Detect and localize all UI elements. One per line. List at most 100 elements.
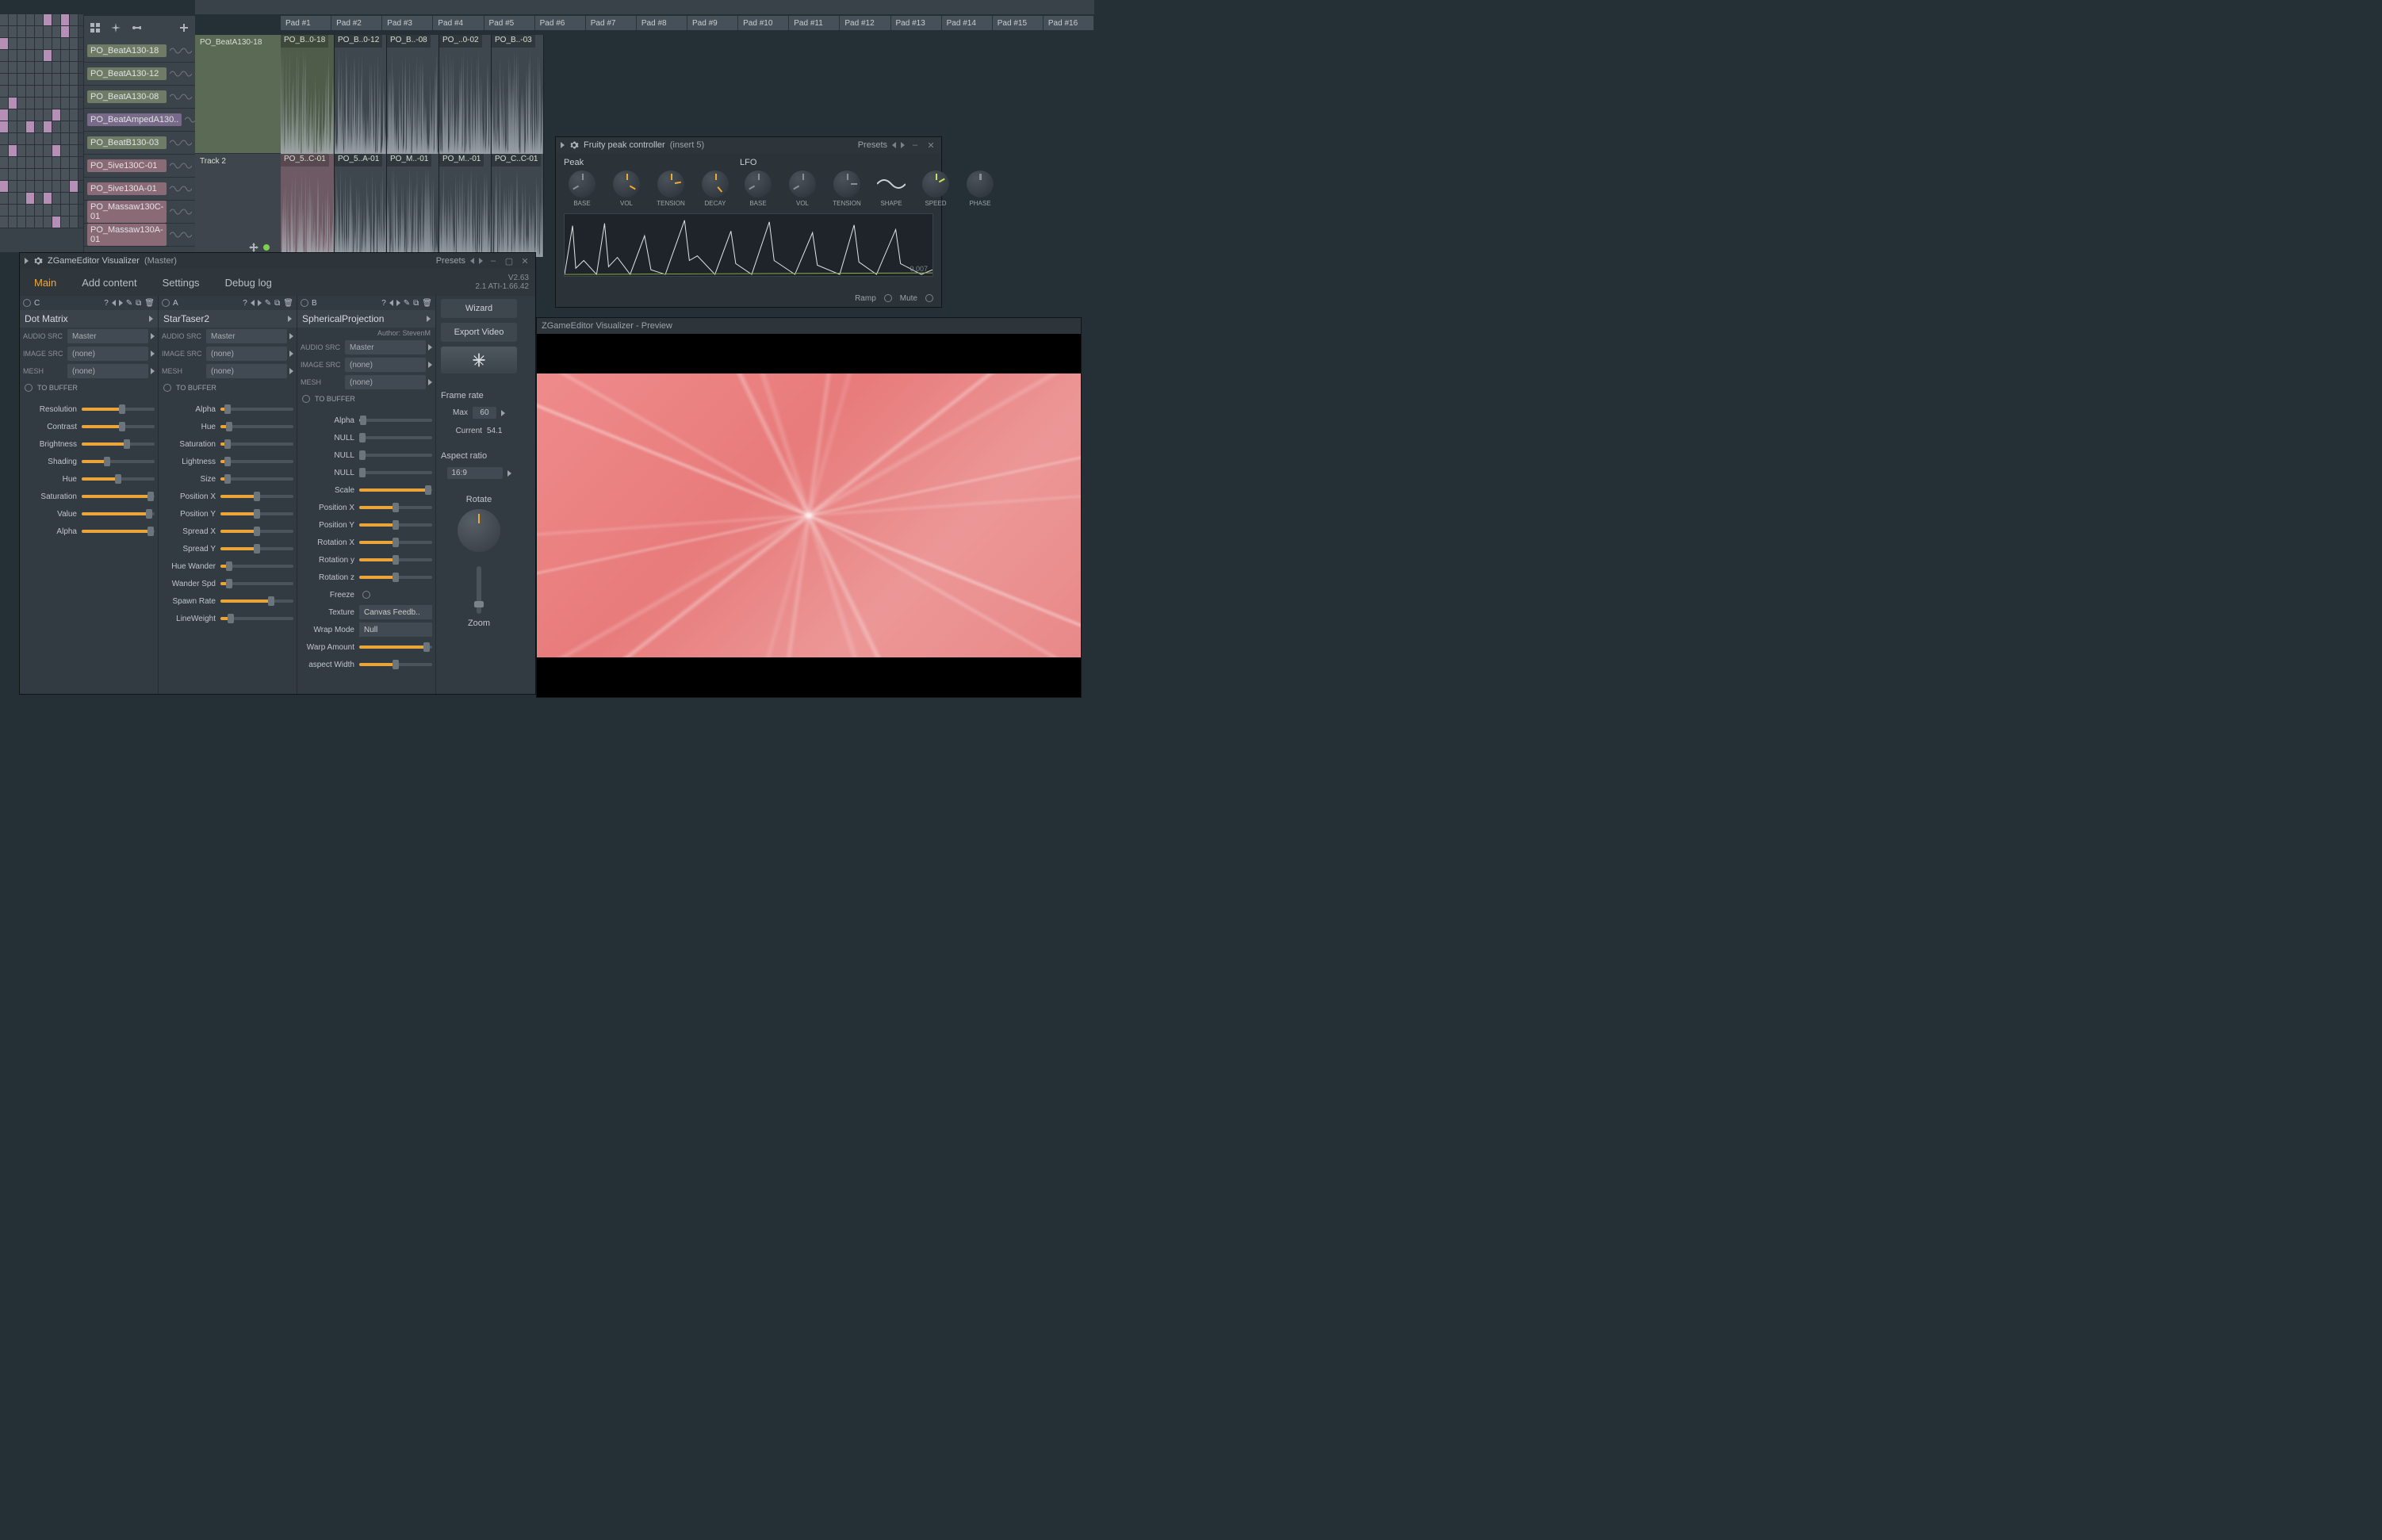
knob-base[interactable] — [745, 170, 772, 197]
stepseq-cell[interactable] — [26, 62, 35, 73]
stepseq-row[interactable] — [0, 145, 83, 157]
stepseq-cell[interactable] — [0, 26, 9, 37]
stepseq-row[interactable] — [0, 193, 83, 205]
stepseq-cell[interactable] — [0, 62, 9, 73]
stepseq-cell[interactable] — [70, 169, 79, 180]
zge-field-value[interactable]: Master — [206, 329, 287, 343]
chevron-right-icon[interactable] — [289, 368, 293, 374]
audio-clip[interactable]: PO_5..A-01 — [335, 154, 387, 257]
stepseq-cell[interactable] — [26, 38, 35, 49]
pad-slot[interactable]: Pad #10 — [738, 16, 789, 30]
knob-tension[interactable] — [657, 170, 684, 197]
stepseq-cell[interactable] — [35, 62, 44, 73]
move-icon[interactable] — [249, 243, 258, 252]
col-next-icon[interactable] — [119, 300, 123, 306]
stepseq-cell[interactable] — [52, 62, 61, 73]
stepseq-cell[interactable] — [17, 181, 26, 192]
stepseq-cell[interactable] — [44, 38, 52, 49]
stepseq-row[interactable] — [0, 216, 83, 228]
wand-icon[interactable]: ✎ — [126, 299, 132, 308]
knob-speed[interactable] — [922, 170, 949, 197]
stepseq-cell[interactable] — [9, 50, 17, 61]
sample-item[interactable]: PO_Massaw130A-01 — [84, 224, 195, 247]
stepseq-cell[interactable] — [44, 216, 52, 228]
stepseq-cell[interactable] — [35, 74, 44, 85]
slider-track[interactable] — [359, 663, 432, 666]
stepseq-row[interactable] — [0, 109, 83, 121]
stepseq-cell[interactable] — [44, 193, 52, 204]
track2-header[interactable]: Track 2 — [195, 154, 281, 257]
rotate-knob[interactable] — [458, 509, 500, 552]
slider-checkbox[interactable] — [362, 591, 370, 599]
stepseq-cell[interactable] — [52, 181, 61, 192]
stepseq-cell[interactable] — [0, 109, 9, 121]
link-icon[interactable] — [132, 23, 141, 33]
aspect-ratio-value[interactable]: 16:9 — [447, 467, 503, 479]
stepseq-cell[interactable] — [9, 74, 17, 85]
audio-clip[interactable]: PO_M..-01 — [387, 154, 439, 257]
to-buffer-toggle[interactable] — [25, 384, 33, 392]
stepseq-cell[interactable] — [17, 109, 26, 121]
preset-prev-icon[interactable] — [470, 258, 474, 264]
stepseq-cell[interactable] — [26, 133, 35, 144]
stepseq-cell[interactable] — [52, 157, 61, 168]
chevron-right-icon[interactable] — [289, 333, 293, 339]
stepseq-cell[interactable] — [61, 157, 70, 168]
ramp-toggle[interactable] — [884, 294, 892, 302]
slider-track[interactable] — [220, 600, 293, 603]
stepseq-cell[interactable] — [9, 109, 17, 121]
stepseq-cell[interactable] — [26, 169, 35, 180]
stepseq-cell[interactable] — [35, 121, 44, 132]
stepseq-cell[interactable] — [9, 14, 17, 25]
stepseq-cell[interactable] — [35, 14, 44, 25]
stepseq-cell[interactable] — [35, 38, 44, 49]
stepseq-cell[interactable] — [70, 50, 79, 61]
stepseq-cell[interactable] — [0, 86, 9, 97]
stepseq-cell[interactable] — [17, 216, 26, 228]
stepseq-cell[interactable] — [17, 50, 26, 61]
chevron-right-icon[interactable] — [151, 368, 155, 374]
menu-triangle-icon[interactable] — [25, 258, 29, 264]
stepseq-cell[interactable] — [44, 86, 52, 97]
stepseq-cell[interactable] — [26, 193, 35, 204]
mute-toggle[interactable] — [925, 294, 933, 302]
stepseq-cell[interactable] — [35, 157, 44, 168]
stepseq-cell[interactable] — [9, 216, 17, 228]
sparkle-icon[interactable] — [111, 23, 121, 33]
tab-main[interactable]: Main — [29, 272, 61, 293]
stepseq-cell[interactable] — [44, 133, 52, 144]
stepseq-cell[interactable] — [52, 86, 61, 97]
stepseq-cell[interactable] — [44, 181, 52, 192]
stepseq-cell[interactable] — [44, 121, 52, 132]
gear-icon[interactable] — [569, 140, 579, 150]
chevron-right-icon[interactable] — [151, 333, 155, 339]
stepseq-cell[interactable] — [17, 193, 26, 204]
copy-icon[interactable]: ⧉ — [413, 299, 419, 308]
stepseq-cell[interactable] — [61, 109, 70, 121]
col-enable-toggle[interactable] — [301, 299, 308, 307]
stepseq-cell[interactable] — [44, 50, 52, 61]
stepseq-cell[interactable] — [61, 121, 70, 132]
col-enable-toggle[interactable] — [162, 299, 170, 307]
sample-name[interactable]: PO_BeatA130-08 — [87, 90, 167, 103]
stepseq-cell[interactable] — [35, 50, 44, 61]
tab-settings[interactable]: Settings — [158, 272, 205, 293]
stepseq-cell[interactable] — [61, 205, 70, 216]
stepseq-cell[interactable] — [52, 50, 61, 61]
stepseq-cell[interactable] — [0, 169, 9, 180]
preset-next-icon[interactable] — [901, 142, 905, 148]
sample-item[interactable]: PO_BeatA130-08 — [84, 86, 195, 109]
knob-tension[interactable] — [833, 170, 860, 197]
to-buffer-toggle[interactable] — [163, 384, 171, 392]
chevron-right-icon[interactable] — [288, 316, 292, 322]
stepseq-cell[interactable] — [35, 98, 44, 109]
stepseq-cell[interactable] — [17, 62, 26, 73]
stepseq-cell[interactable] — [70, 26, 79, 37]
stepseq-row[interactable] — [0, 38, 83, 50]
sample-name[interactable]: PO_BeatAmpedA130.. — [87, 113, 182, 126]
stepseq-row[interactable] — [0, 181, 83, 193]
minimize-icon[interactable]: – — [488, 255, 499, 266]
stepseq-cell[interactable] — [70, 205, 79, 216]
sample-item[interactable]: PO_5ive130C-01 — [84, 155, 195, 178]
peak-presets-label[interactable]: Presets — [858, 140, 887, 150]
